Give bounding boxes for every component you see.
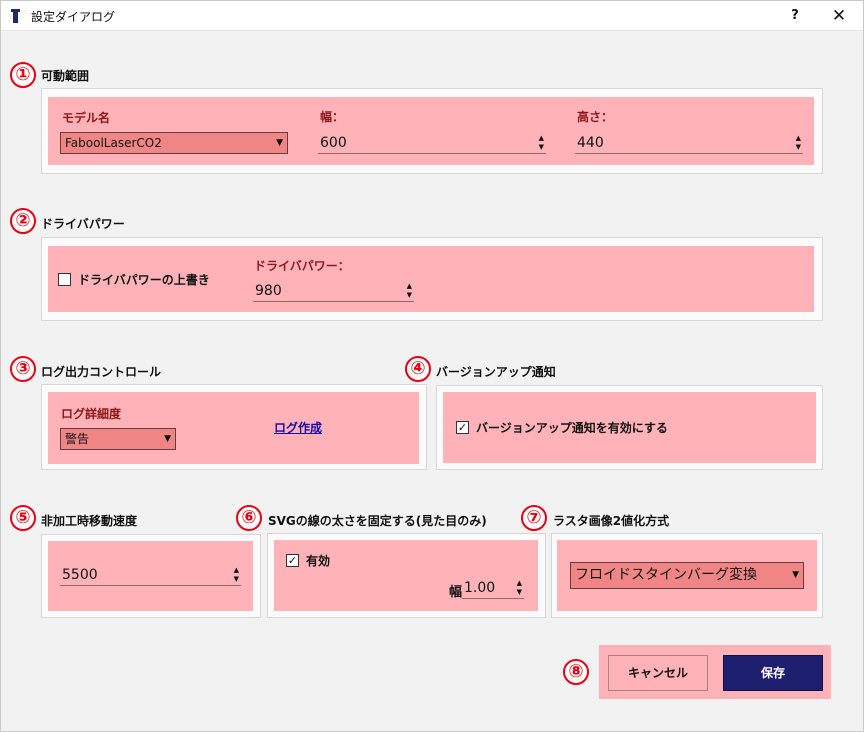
- svg-enable-label: 有効: [306, 554, 331, 568]
- width-value: 600: [320, 135, 347, 151]
- speed-input[interactable]: 5500 ▲ ▼: [60, 564, 241, 586]
- power-label: ドライバパワー：: [254, 259, 350, 273]
- spin-up-icon[interactable]: ▲: [796, 135, 801, 142]
- save-button[interactable]: 保存: [723, 655, 823, 691]
- svg-enable-checkbox[interactable]: ✓: [286, 554, 299, 567]
- spin-up-icon[interactable]: ▲: [539, 135, 544, 142]
- close-button[interactable]: ✕: [824, 4, 854, 28]
- section-number-5: ⑤: [10, 505, 36, 531]
- chevron-down-icon: ▼: [276, 138, 283, 148]
- version-enable-label: バージョンアップ通知を有効にする: [476, 421, 668, 435]
- section-number-4: ④: [405, 356, 431, 382]
- svg-width-input[interactable]: 1.00 ▲ ▼: [462, 577, 524, 599]
- model-label: モデル名: [62, 111, 111, 125]
- section-title-log: ログ出力コントロール: [41, 365, 162, 379]
- svg-width-value: 1.00: [464, 580, 496, 596]
- spin-up-icon[interactable]: ▲: [517, 580, 522, 587]
- raster-method-value: フロイドスタインバーグ変換: [575, 567, 757, 583]
- log-detail-label: ログ詳細度: [61, 407, 122, 421]
- title-bar: [0, 0, 864, 31]
- model-select[interactable]: FaboolLaserCO2 ▼: [60, 132, 288, 154]
- chevron-down-icon: ▼: [164, 434, 171, 444]
- spin-down-icon[interactable]: ▼: [407, 292, 412, 299]
- speed-value: 5500: [62, 567, 98, 583]
- spin-down-icon[interactable]: ▼: [796, 144, 801, 151]
- raster-method-select[interactable]: フロイドスタインバーグ変換 ▼: [570, 562, 804, 589]
- model-value: FaboolLaserCO2: [65, 136, 162, 150]
- section-number-1: ①: [10, 62, 36, 88]
- svg-highlight: [274, 540, 538, 611]
- spin-up-icon[interactable]: ▲: [234, 567, 239, 574]
- range-highlight: [48, 97, 814, 165]
- version-checkbox[interactable]: ✓: [456, 421, 469, 434]
- override-label: ドライバパワーの上書き: [78, 273, 210, 287]
- section-title-version: バージョンアップ通知: [436, 365, 556, 379]
- power-value: 980: [255, 283, 282, 299]
- power-input[interactable]: 980 ▲ ▼: [253, 280, 414, 302]
- height-value: 440: [577, 135, 604, 151]
- log-detail-select[interactable]: 警告 ▼: [60, 428, 176, 450]
- section-number-2: ②: [10, 208, 36, 234]
- height-label: 高さ：: [577, 110, 614, 124]
- help-button[interactable]: ?: [782, 4, 808, 28]
- override-checkbox[interactable]: [58, 273, 71, 286]
- section-number-7: ⑦: [521, 505, 547, 531]
- section-title-raster: ラスタ画像2値化方式: [553, 514, 670, 528]
- width-input[interactable]: 600 ▲ ▼: [318, 132, 546, 154]
- section-number-6: ⑥: [236, 505, 262, 531]
- spin-down-icon[interactable]: ▼: [234, 576, 239, 583]
- cancel-button[interactable]: キャンセル: [608, 655, 708, 691]
- section-title-svg: SVGの線の太さを固定する(見た目のみ): [268, 514, 487, 528]
- chevron-down-icon: ▼: [792, 570, 799, 580]
- height-input[interactable]: 440 ▲ ▼: [575, 132, 803, 154]
- section-title-driver-power: ドライバパワー: [41, 217, 125, 231]
- width-label: 幅：: [320, 110, 345, 124]
- section-title-range: 可動範囲: [41, 69, 90, 83]
- section-title-speed: 非加工時移動速度: [41, 514, 138, 528]
- app-icon: [11, 9, 20, 23]
- window-title: 設定ダイアログ: [31, 10, 116, 24]
- spin-up-icon[interactable]: ▲: [407, 283, 412, 290]
- create-log-link[interactable]: ログ作成: [274, 419, 322, 436]
- section-number-8: ⑧: [563, 659, 589, 685]
- section-number-3: ③: [10, 356, 36, 382]
- svg-width-label: 幅: [449, 585, 463, 600]
- spin-down-icon[interactable]: ▼: [539, 144, 544, 151]
- log-detail-value: 警告: [65, 432, 90, 446]
- spin-down-icon[interactable]: ▼: [517, 589, 522, 596]
